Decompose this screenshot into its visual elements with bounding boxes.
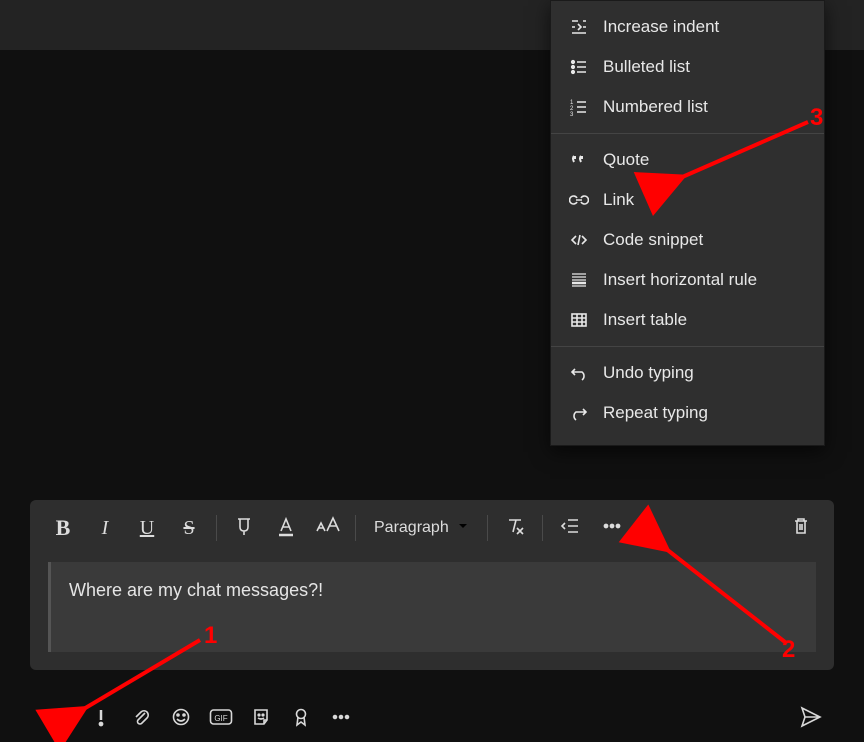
message-text: Where are my chat messages?! xyxy=(69,580,323,600)
menu-item-label: Increase indent xyxy=(603,17,719,37)
toolbar-divider xyxy=(542,515,543,541)
gif-button[interactable]: GIF xyxy=(204,702,238,736)
menu-item-redo[interactable]: Repeat typing xyxy=(551,393,824,433)
menu-item-quote[interactable]: Quote xyxy=(551,140,824,180)
menu-item-increase-indent[interactable]: Increase indent xyxy=(551,7,824,47)
more-icon xyxy=(331,707,351,732)
compose-actions-bar: GIF xyxy=(44,702,834,736)
format-context-menu: Increase indent Bulleted list 123 Number… xyxy=(550,0,825,446)
svg-text:3: 3 xyxy=(570,112,574,117)
clear-formatting-button[interactable] xyxy=(496,509,534,547)
highlight-icon xyxy=(233,515,255,542)
menu-item-label: Undo typing xyxy=(603,363,694,383)
menu-item-undo[interactable]: Undo typing xyxy=(551,353,824,393)
font-color-icon xyxy=(275,515,297,542)
sticker-icon xyxy=(251,707,271,732)
more-options-button[interactable] xyxy=(593,509,631,547)
svg-text:GIF: GIF xyxy=(214,714,227,723)
menu-item-insert-table[interactable]: Insert table xyxy=(551,300,824,340)
delete-button[interactable] xyxy=(782,509,820,547)
horizontal-rule-icon xyxy=(569,270,589,290)
menu-item-label: Quote xyxy=(603,150,649,170)
toolbar-divider xyxy=(355,515,356,541)
more-icon xyxy=(601,515,623,542)
italic-button[interactable]: I xyxy=(86,509,124,547)
menu-item-code-snippet[interactable]: Code snippet xyxy=(551,220,824,260)
attach-button[interactable] xyxy=(124,702,158,736)
numbered-list-icon: 123 xyxy=(569,97,589,117)
emoji-button[interactable] xyxy=(164,702,198,736)
paragraph-label: Paragraph xyxy=(374,519,449,537)
exclamation-icon xyxy=(91,707,111,732)
menu-group-indent: Increase indent Bulleted list 123 Number… xyxy=(551,1,824,133)
menu-item-label: Insert horizontal rule xyxy=(603,270,757,290)
paragraph-style-dropdown[interactable]: Paragraph xyxy=(362,509,481,547)
clear-formatting-icon xyxy=(504,515,526,542)
increase-indent-icon xyxy=(569,17,589,37)
menu-item-label: Bulleted list xyxy=(603,57,690,77)
sticker-button[interactable] xyxy=(244,702,278,736)
font-size-icon xyxy=(315,515,341,542)
send-icon xyxy=(799,705,823,734)
decrease-indent-button[interactable] xyxy=(551,509,589,547)
font-size-button[interactable] xyxy=(309,509,347,547)
underline-button[interactable]: U xyxy=(128,509,166,547)
link-icon xyxy=(569,190,589,210)
annotation-number-3: 3 xyxy=(810,104,823,132)
highlight-button[interactable] xyxy=(225,509,263,547)
compose-area: B I U S Paragraph xyxy=(30,500,834,670)
bulleted-list-icon xyxy=(569,57,589,77)
more-actions-button[interactable] xyxy=(324,702,358,736)
menu-item-horizontal-rule[interactable]: Insert horizontal rule xyxy=(551,260,824,300)
decrease-indent-icon xyxy=(559,515,581,542)
message-input[interactable]: Where are my chat messages?! xyxy=(48,562,816,652)
menu-item-label: Code snippet xyxy=(603,230,703,250)
menu-item-label: Numbered list xyxy=(603,97,708,117)
bold-button[interactable]: B xyxy=(44,509,82,547)
importance-button[interactable] xyxy=(84,702,118,736)
undo-icon xyxy=(569,363,589,383)
trash-icon xyxy=(791,516,811,541)
menu-item-label: Repeat typing xyxy=(603,403,708,423)
chevron-down-icon xyxy=(457,519,469,537)
font-color-button[interactable] xyxy=(267,509,305,547)
menu-item-link[interactable]: Link xyxy=(551,180,824,220)
format-toggle-button[interactable] xyxy=(44,702,78,736)
strikethrough-button[interactable]: S xyxy=(170,509,208,547)
toolbar-divider xyxy=(487,515,488,541)
italic-glyph: I xyxy=(102,517,109,540)
table-icon xyxy=(569,310,589,330)
menu-item-bulleted-list[interactable]: Bulleted list xyxy=(551,47,824,87)
menu-item-numbered-list[interactable]: 123 Numbered list xyxy=(551,87,824,127)
strike-glyph: S xyxy=(183,517,194,540)
code-icon xyxy=(569,230,589,250)
send-button[interactable] xyxy=(794,702,828,736)
annotation-number-2: 2 xyxy=(782,636,795,664)
annotation-number-1: 1 xyxy=(204,622,217,650)
underline-glyph: U xyxy=(140,517,154,540)
menu-group-history: Undo typing Repeat typing xyxy=(551,347,824,439)
toolbar-divider xyxy=(216,515,217,541)
paperclip-icon xyxy=(131,707,151,732)
bold-glyph: B xyxy=(56,515,71,541)
redo-icon xyxy=(569,403,589,423)
menu-item-label: Insert table xyxy=(603,310,687,330)
ribbon-icon xyxy=(291,707,311,732)
gif-icon: GIF xyxy=(209,707,233,732)
menu-group-insert: Quote Link Code snippet Insert horizonta… xyxy=(551,134,824,346)
format-icon xyxy=(50,706,72,733)
emoji-icon xyxy=(171,707,191,732)
quote-icon xyxy=(569,150,589,170)
formatting-toolbar: B I U S Paragraph xyxy=(30,500,834,556)
approvals-button[interactable] xyxy=(284,702,318,736)
menu-item-label: Link xyxy=(603,190,634,210)
